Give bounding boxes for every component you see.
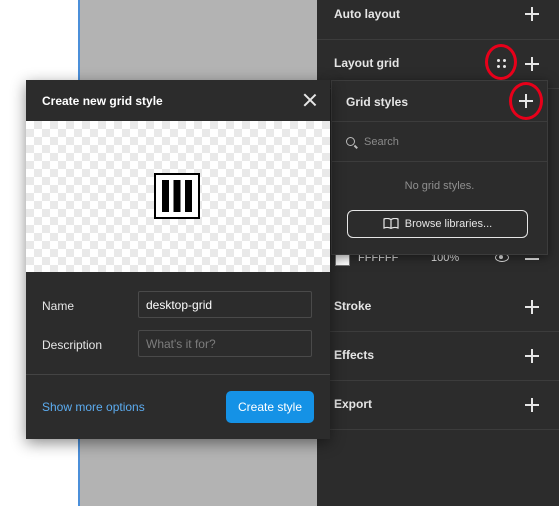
layout-grid-label: Layout grid [334, 56, 400, 70]
grid-preview [26, 121, 330, 272]
add-layout-grid-icon[interactable] [525, 57, 539, 71]
name-label: Name [42, 299, 75, 313]
show-more-options-link[interactable]: Show more options [42, 400, 145, 414]
effects-label: Effects [334, 348, 375, 362]
divider [332, 121, 547, 122]
add-auto-layout-icon[interactable] [525, 7, 539, 21]
annotation-circle [485, 44, 517, 80]
browse-libraries-label: Browse libraries... [404, 218, 493, 230]
remove-fill-icon[interactable] [525, 258, 539, 260]
stroke-label: Stroke [334, 299, 372, 313]
grid-styles-search-input[interactable] [364, 133, 534, 151]
empty-state-text: No grid styles. [404, 180, 475, 192]
export-section: Export [317, 381, 559, 430]
divider [332, 161, 547, 162]
style-name-input[interactable] [138, 291, 312, 318]
annotation-circle [509, 82, 543, 120]
add-effect-icon[interactable] [525, 349, 539, 363]
stroke-section: Stroke [317, 283, 559, 332]
add-stroke-icon[interactable] [525, 300, 539, 314]
book-icon [383, 218, 399, 229]
effects-section: Effects [317, 332, 559, 381]
create-grid-style-dialog: Create new grid style Name Description S… [26, 80, 330, 439]
grid-styles-title: Grid styles [346, 95, 409, 109]
divider [26, 374, 330, 375]
close-icon[interactable] [303, 93, 317, 107]
search-icon [346, 137, 355, 146]
description-label: Description [42, 338, 103, 352]
columns-grid-icon [154, 173, 200, 219]
create-style-button[interactable]: Create style [226, 391, 314, 423]
auto-layout-section: Auto layout [317, 0, 559, 40]
style-description-input[interactable] [138, 330, 312, 357]
export-label: Export [334, 397, 373, 411]
add-export-icon[interactable] [525, 398, 539, 412]
auto-layout-label: Auto layout [334, 7, 400, 21]
dialog-title: Create new grid style [42, 94, 163, 108]
browse-libraries-button[interactable]: Browse libraries... [347, 210, 528, 238]
